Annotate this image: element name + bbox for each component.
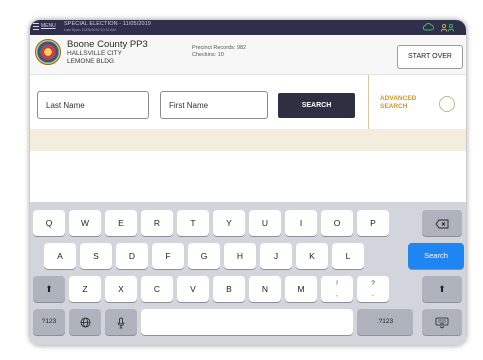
key-i[interactable]: I bbox=[285, 210, 317, 236]
search-panel: Last Name First Name SEARCH ADVANCED SEA… bbox=[30, 75, 466, 129]
key-w[interactable]: W bbox=[69, 210, 101, 236]
key-v[interactable]: V bbox=[177, 276, 209, 302]
backspace-key[interactable] bbox=[422, 210, 462, 236]
key-o[interactable]: O bbox=[321, 210, 353, 236]
key-n[interactable]: N bbox=[249, 276, 281, 302]
cloud-sync-icon[interactable] bbox=[422, 22, 434, 32]
keyboard-hide-icon bbox=[435, 317, 449, 329]
key-q[interactable]: Q bbox=[33, 210, 65, 236]
key-b[interactable]: B bbox=[213, 276, 245, 302]
advanced-label-line2: SEARCH bbox=[380, 103, 408, 110]
globe-icon bbox=[80, 317, 90, 328]
key-x[interactable]: X bbox=[105, 276, 137, 302]
advanced-search-label[interactable]: ADVANCED SEARCH bbox=[380, 95, 416, 111]
election-subtitle: Last Sync: 11/05/2019 10:14 AM bbox=[64, 28, 116, 32]
key-r[interactable]: R bbox=[141, 210, 173, 236]
start-over-button[interactable]: START OVER bbox=[397, 45, 463, 69]
key-a[interactable]: A bbox=[44, 243, 76, 269]
first-name-input[interactable]: First Name bbox=[160, 91, 268, 119]
numbers-key-right[interactable]: .?123 bbox=[357, 309, 413, 335]
search-key[interactable]: Search bbox=[408, 243, 464, 269]
backspace-icon bbox=[435, 219, 449, 229]
shift-left-key[interactable]: ⬆ bbox=[33, 276, 65, 302]
advanced-label-line1: ADVANCED bbox=[380, 95, 417, 102]
key-y[interactable]: Y bbox=[213, 210, 245, 236]
key-s[interactable]: S bbox=[80, 243, 112, 269]
key-j[interactable]: J bbox=[260, 243, 292, 269]
key-t[interactable]: T bbox=[177, 210, 209, 236]
key-exclamation-comma[interactable]: ! , bbox=[321, 276, 353, 302]
election-title: SPECIAL ELECTION - 11/05/2019 bbox=[64, 21, 151, 27]
last-name-input[interactable]: Last Name bbox=[37, 91, 149, 119]
users-icon[interactable] bbox=[440, 23, 456, 32]
precinct-header: Boone County PP3 HALLSVILLE CITY LEMONE … bbox=[30, 35, 466, 75]
shift-icon: ⬆ bbox=[45, 284, 53, 294]
county-seal-icon bbox=[35, 39, 61, 65]
search-button[interactable]: SEARCH bbox=[278, 93, 355, 118]
city-name: HALLSVILLE CITY bbox=[67, 50, 122, 57]
hamburger-menu-icon[interactable] bbox=[33, 23, 39, 32]
top-bar: MENU SPECIAL ELECTION - 11/05/2019 Last … bbox=[30, 20, 466, 35]
microphone-icon bbox=[117, 317, 125, 329]
key-c[interactable]: C bbox=[141, 276, 173, 302]
space-bar[interactable] bbox=[141, 309, 353, 335]
divider bbox=[368, 75, 369, 129]
building-name: LEMONE BLDG bbox=[67, 58, 114, 65]
key-f[interactable]: F bbox=[152, 243, 184, 269]
on-screen-keyboard: Q W E R T Y U I O P A S D F G H J K L Se… bbox=[30, 202, 466, 345]
shift-icon: ⬆ bbox=[438, 284, 446, 294]
app-frame: MENU SPECIAL ELECTION - 11/05/2019 Last … bbox=[30, 20, 466, 345]
menu-link[interactable]: MENU bbox=[41, 23, 56, 29]
key-z[interactable]: Z bbox=[69, 276, 101, 302]
key-m[interactable]: M bbox=[285, 276, 317, 302]
key-g[interactable]: G bbox=[188, 243, 220, 269]
globe-key[interactable] bbox=[69, 309, 101, 335]
dictation-key[interactable] bbox=[105, 309, 137, 335]
checkins-count: Checkins: 10 bbox=[192, 52, 224, 58]
advanced-search-toggle[interactable] bbox=[439, 96, 455, 112]
precinct-records: Precinct Records: 982 bbox=[192, 45, 247, 51]
key-k[interactable]: K bbox=[296, 243, 328, 269]
numbers-key-left[interactable]: ?123 bbox=[33, 309, 65, 335]
key-l[interactable]: L bbox=[332, 243, 364, 269]
shift-right-key[interactable]: ⬆ bbox=[422, 276, 462, 302]
key-h[interactable]: H bbox=[224, 243, 256, 269]
key-e[interactable]: E bbox=[105, 210, 137, 236]
key-d[interactable]: D bbox=[116, 243, 148, 269]
hide-keyboard-key[interactable] bbox=[422, 309, 462, 335]
key-u[interactable]: U bbox=[249, 210, 281, 236]
key-p[interactable]: P bbox=[357, 210, 389, 236]
county-name: Boone County PP3 bbox=[67, 39, 148, 50]
results-bar bbox=[30, 129, 466, 151]
key-question-period[interactable]: ? . bbox=[357, 276, 389, 302]
